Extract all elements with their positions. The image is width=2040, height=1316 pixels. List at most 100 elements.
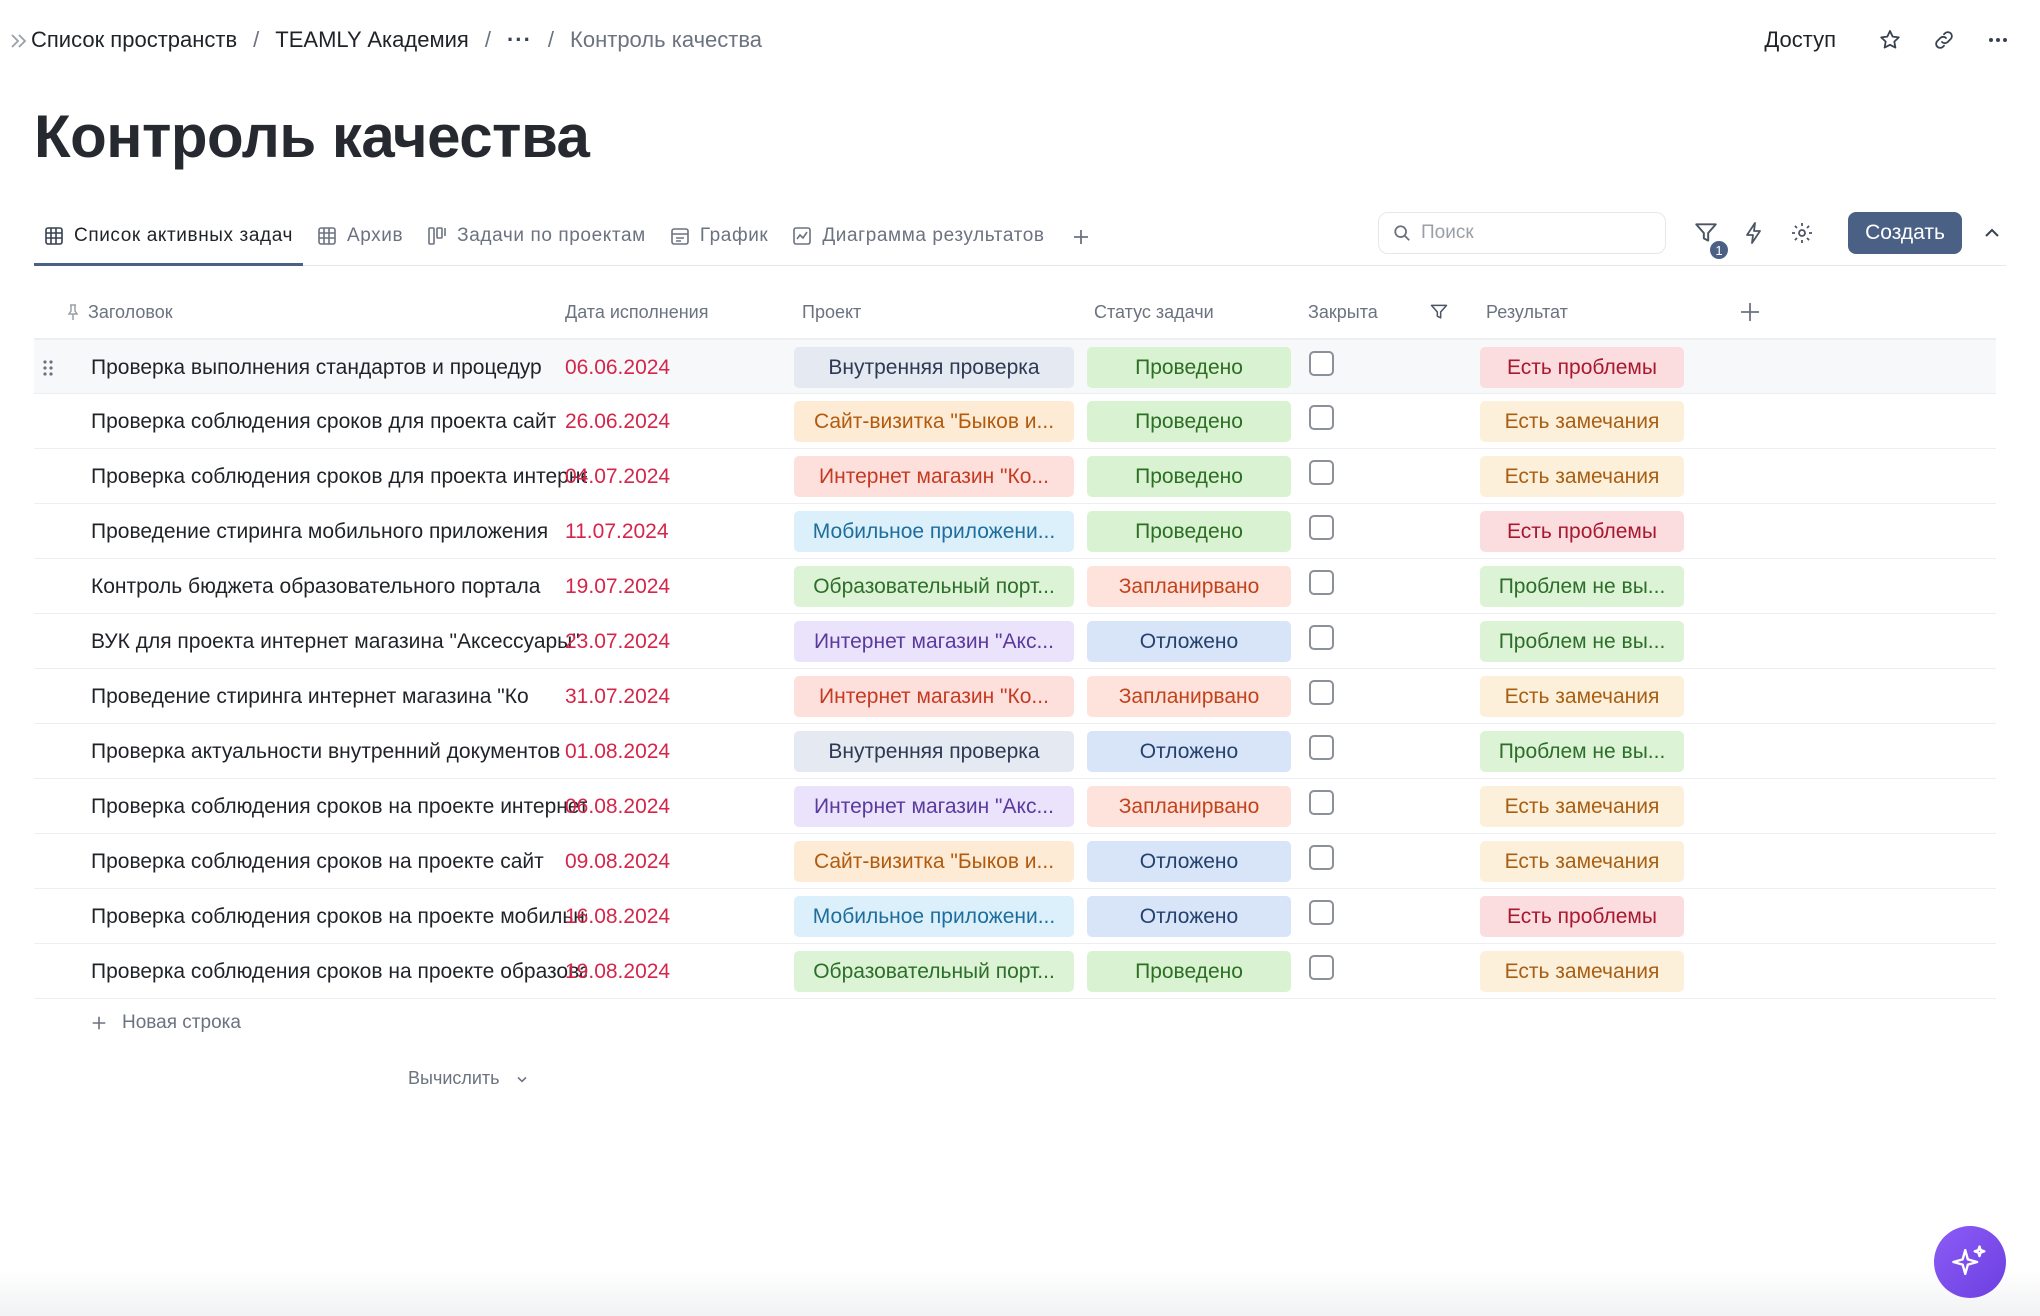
task-title-cell[interactable]: Проверка соблюдения сроков на проекте ин… [91, 779, 587, 834]
column-header-date[interactable]: Дата исполнения [565, 285, 708, 339]
project-cell[interactable]: Интернет магазин "Ко... [794, 449, 1074, 504]
project-cell[interactable]: Мобильное приложени... [794, 889, 1074, 944]
result-cell[interactable]: Есть замечания [1480, 779, 1684, 834]
access-button[interactable]: Доступ [1764, 27, 1836, 53]
filter-button[interactable]: 1 [1690, 217, 1730, 261]
table-row[interactable]: Проверка актуальности внутренний докумен… [34, 724, 1996, 779]
tab-project-tasks[interactable]: Задачи по проектам [417, 208, 656, 264]
table-row[interactable]: Контроль бюджета образовательного портал… [34, 559, 1996, 614]
link-icon[interactable] [1930, 26, 1958, 54]
project-cell[interactable]: Образовательный порт... [794, 559, 1074, 614]
column-header-project[interactable]: Проект [802, 285, 861, 339]
due-date-cell[interactable]: 26.06.2024 [565, 394, 785, 449]
closed-checkbox[interactable] [1309, 625, 1334, 650]
table-row[interactable]: Проверка соблюдения сроков на проекте са… [34, 834, 1996, 889]
table-row[interactable]: Проверка соблюдения сроков на проекте об… [34, 944, 1996, 999]
project-cell[interactable]: Мобильное приложени... [794, 504, 1074, 559]
project-cell[interactable]: Сайт-визитка "Быков и... [794, 834, 1074, 889]
status-cell[interactable]: Отложено [1087, 724, 1291, 779]
more-icon[interactable] [1984, 26, 2012, 54]
column-header-closed[interactable]: Закрыта [1308, 285, 1378, 339]
add-column-button[interactable] [1738, 285, 1762, 339]
result-cell[interactable]: Есть проблемы [1480, 340, 1684, 395]
task-title-cell[interactable]: Проверка актуальности внутренний докумен… [91, 724, 587, 779]
closed-checkbox[interactable] [1309, 460, 1334, 485]
closed-checkbox[interactable] [1309, 790, 1334, 815]
task-title-cell[interactable]: ВУК для проекта интернет магазина "Аксес… [91, 614, 587, 669]
result-cell[interactable]: Проблем не вы... [1480, 724, 1684, 779]
task-title-cell[interactable]: Проверка соблюдения сроков на проекте об… [91, 944, 587, 999]
tab-active-tasks[interactable]: Список активных задач [34, 208, 303, 266]
task-title-cell[interactable]: Проведение стиринга интернет магазина "К… [91, 669, 587, 724]
search-box[interactable] [1378, 212, 1666, 254]
star-icon[interactable] [1876, 26, 1904, 54]
due-date-cell[interactable]: 23.07.2024 [565, 614, 785, 669]
project-cell[interactable]: Интернет магазин "Ко... [794, 669, 1074, 724]
automation-button[interactable] [1738, 217, 1770, 249]
column-header-status[interactable]: Статус задачи [1094, 285, 1214, 339]
status-cell[interactable]: Проведено [1087, 944, 1291, 999]
ai-assistant-button[interactable] [1934, 1226, 2006, 1298]
column-header-title[interactable]: Заголовок [66, 285, 173, 339]
due-date-cell[interactable]: 31.07.2024 [565, 669, 785, 724]
table-row[interactable]: ВУК для проекта интернет магазина "Аксес… [34, 614, 1996, 669]
status-cell[interactable]: Запланирвано [1087, 669, 1291, 724]
task-title-cell[interactable]: Проверка соблюдения сроков для проекта и… [91, 449, 587, 504]
closed-checkbox[interactable] [1309, 680, 1334, 705]
result-cell[interactable]: Проблем не вы... [1480, 614, 1684, 669]
table-row[interactable]: Проверка выполнения стандартов и процеду… [34, 339, 1996, 394]
table-row[interactable]: Проверка соблюдения сроков на проекте мо… [34, 889, 1996, 944]
breadcrumb-spaces-link[interactable]: Список пространств [31, 27, 237, 53]
project-cell[interactable]: Интернет магазин "Акс... [794, 779, 1074, 834]
closed-checkbox[interactable] [1309, 405, 1334, 430]
due-date-cell[interactable]: 19.08.2024 [565, 944, 785, 999]
breadcrumb-more-button[interactable]: ··· [507, 27, 532, 53]
project-cell[interactable]: Образовательный порт... [794, 944, 1074, 999]
closed-checkbox[interactable] [1309, 955, 1334, 980]
create-button[interactable]: Создать [1848, 212, 1962, 254]
result-cell[interactable]: Есть проблемы [1480, 504, 1684, 559]
status-cell[interactable]: Проведено [1087, 394, 1291, 449]
chevron-up-icon[interactable] [1978, 219, 2006, 247]
column-header-result[interactable]: Результат [1486, 285, 1568, 339]
result-cell[interactable]: Есть замечания [1480, 449, 1684, 504]
status-cell[interactable]: Проведено [1087, 504, 1291, 559]
status-cell[interactable]: Запланирвано [1087, 779, 1291, 834]
task-title-cell[interactable]: Проверка соблюдения сроков на проекте са… [91, 834, 587, 889]
drag-handle-icon[interactable] [36, 340, 60, 395]
project-cell[interactable]: Интернет магазин "Акс... [794, 614, 1074, 669]
due-date-cell[interactable]: 06.06.2024 [565, 340, 785, 395]
result-cell[interactable]: Проблем не вы... [1480, 559, 1684, 614]
project-cell[interactable]: Сайт-визитка "Быков и... [794, 394, 1074, 449]
tab-results-chart[interactable]: Диаграмма результатов [782, 208, 1054, 264]
closed-checkbox[interactable] [1309, 570, 1334, 595]
status-cell[interactable]: Отложено [1087, 614, 1291, 669]
task-title-cell[interactable]: Проверка соблюдения сроков на проекте мо… [91, 889, 587, 944]
result-cell[interactable]: Есть проблемы [1480, 889, 1684, 944]
breadcrumb-academy-link[interactable]: TEAMLY Академия [275, 27, 469, 53]
tab-archive[interactable]: Архив [307, 208, 413, 264]
result-cell[interactable]: Есть замечания [1480, 669, 1684, 724]
status-cell[interactable]: Отложено [1087, 889, 1291, 944]
tab-schedule[interactable]: График [660, 208, 779, 264]
status-cell[interactable]: Проведено [1087, 340, 1291, 395]
due-date-cell[interactable]: 01.08.2024 [565, 724, 785, 779]
project-cell[interactable]: Внутренняя проверка [794, 340, 1074, 395]
column-filter-button[interactable] [1429, 285, 1449, 339]
task-title-cell[interactable]: Проверка соблюдения сроков для проекта с… [91, 394, 587, 449]
due-date-cell[interactable]: 16.08.2024 [565, 889, 785, 944]
result-cell[interactable]: Есть замечания [1480, 944, 1684, 999]
status-cell[interactable]: Проведено [1087, 449, 1291, 504]
search-input[interactable] [1421, 222, 1641, 244]
closed-checkbox[interactable] [1309, 900, 1334, 925]
task-title-cell[interactable]: Проверка выполнения стандартов и процеду… [91, 340, 587, 395]
table-row[interactable]: Проверка соблюдения сроков для проекта и… [34, 449, 1996, 504]
due-date-cell[interactable]: 06.08.2024 [565, 779, 785, 834]
closed-checkbox[interactable] [1309, 845, 1334, 870]
table-row[interactable]: Проверка соблюдения сроков для проекта с… [34, 394, 1996, 449]
add-view-button[interactable] [1059, 208, 1103, 266]
result-cell[interactable]: Есть замечания [1480, 394, 1684, 449]
due-date-cell[interactable]: 11.07.2024 [565, 504, 785, 559]
status-cell[interactable]: Запланирвано [1087, 559, 1291, 614]
project-cell[interactable]: Внутренняя проверка [794, 724, 1074, 779]
